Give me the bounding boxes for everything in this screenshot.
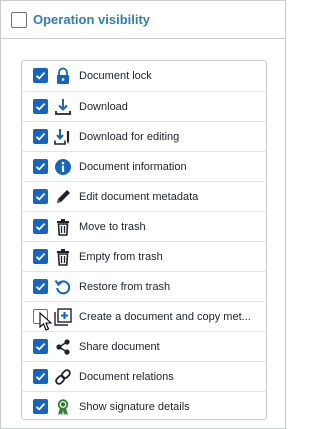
list-item-document-information[interactable]: Document information (22, 151, 266, 181)
item-label: Document lock (79, 70, 152, 82)
restore-icon (54, 278, 72, 296)
item-label: Download for editing (79, 131, 180, 143)
operations-list: Document lock Download Download for edit… (21, 60, 267, 420)
create-copy-icon (54, 308, 72, 326)
list-item-show-signature-details[interactable]: Show signature details (22, 391, 266, 421)
share-icon (54, 338, 72, 356)
checkbox-restore-from-trash[interactable] (33, 279, 48, 294)
checkbox-document-relations[interactable] (33, 369, 48, 384)
download-edit-icon (54, 128, 72, 146)
item-label: Document information (79, 161, 187, 173)
operation-visibility-checkbox[interactable] (11, 12, 27, 28)
checkbox-document-lock[interactable] (33, 68, 48, 83)
list-item-create-document-copy-metadata[interactable]: Create a document and copy met... (22, 301, 266, 331)
checkbox-edit-document-metadata[interactable] (33, 189, 48, 204)
item-label: Empty from trash (79, 251, 163, 263)
checkbox-download[interactable] (33, 99, 48, 114)
lock-icon (54, 67, 72, 85)
checkbox-share-document[interactable] (33, 339, 48, 354)
checkbox-create-document-copy-metadata[interactable] (33, 309, 48, 324)
item-label: Move to trash (79, 221, 146, 233)
item-label: Show signature details (79, 401, 190, 413)
list-item-download-for-editing[interactable]: Download for editing (22, 121, 266, 151)
download-icon (54, 98, 72, 116)
list-item-share-document[interactable]: Share document (22, 331, 266, 361)
list-item-move-to-trash[interactable]: Move to trash (22, 211, 266, 241)
item-label: Create a document and copy met... (79, 311, 251, 323)
checkbox-move-to-trash[interactable] (33, 219, 48, 234)
info-icon (54, 158, 72, 176)
checkbox-download-for-editing[interactable] (33, 129, 48, 144)
panel-title: Operation visibility (33, 12, 151, 27)
operation-visibility-panel: Operation visibility Document lock Downl… (0, 0, 286, 429)
pencil-icon (54, 188, 72, 206)
item-label: Share document (79, 341, 160, 353)
checkbox-empty-from-trash[interactable] (33, 249, 48, 264)
trash-empty-icon (54, 248, 72, 266)
item-label: Download (79, 101, 128, 113)
item-label: Document relations (79, 371, 174, 383)
list-item-empty-from-trash[interactable]: Empty from trash (22, 241, 266, 271)
list-item-restore-from-trash[interactable]: Restore from trash (22, 271, 266, 301)
list-item-document-relations[interactable]: Document relations (22, 361, 266, 391)
award-icon (54, 398, 72, 416)
checkbox-document-information[interactable] (33, 159, 48, 174)
list-item-edit-document-metadata[interactable]: Edit document metadata (22, 181, 266, 211)
list-item-document-lock[interactable]: Document lock (22, 61, 266, 91)
link-icon (54, 368, 72, 386)
panel-header: Operation visibility (1, 1, 285, 39)
item-label: Edit document metadata (79, 191, 199, 203)
item-label: Restore from trash (79, 281, 171, 293)
trash-icon (54, 218, 72, 236)
list-item-download[interactable]: Download (22, 91, 266, 121)
checkbox-show-signature-details[interactable] (33, 399, 48, 414)
